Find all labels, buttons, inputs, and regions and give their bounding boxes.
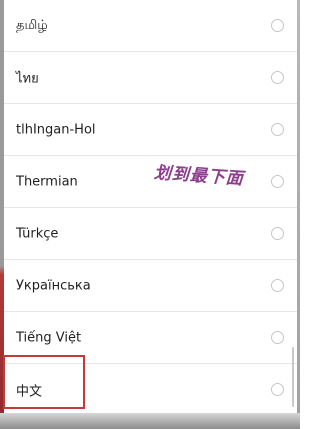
language-item[interactable]: Tiếng Việt [4, 312, 297, 364]
language-label: tlhIngan-Hol [16, 122, 96, 137]
radio-button[interactable] [271, 382, 284, 396]
right-edge [297, 0, 300, 429]
language-label: 中文 [16, 384, 43, 399]
radio-button[interactable] [271, 330, 284, 344]
radio-button[interactable] [271, 122, 284, 136]
language-list: தமிழ் ไทย tlhIngan-Hol Thermian Türkçe У… [4, 0, 297, 416]
language-item[interactable]: ไทย [4, 52, 297, 104]
language-item[interactable]: tlhIngan-Hol [4, 104, 297, 156]
radio-button[interactable] [271, 226, 284, 240]
language-label: Thermian [16, 174, 78, 189]
language-label: தமிழ் [16, 17, 48, 33]
language-label: Українська [16, 278, 91, 293]
radio-button[interactable] [271, 174, 284, 188]
language-item[interactable]: Українська [4, 260, 297, 312]
radio-button[interactable] [271, 278, 284, 292]
scrollbar[interactable] [292, 347, 294, 407]
language-item[interactable]: 中文 [4, 364, 297, 416]
language-selection-screen: தமிழ் ไทย tlhIngan-Hol Thermian Türkçe У… [0, 0, 300, 429]
language-item[interactable]: Thermian [4, 156, 297, 208]
language-label: Türkçe [16, 226, 59, 241]
language-label: ไทย [16, 71, 39, 86]
bottom-edge [0, 413, 300, 429]
radio-button[interactable] [271, 18, 284, 32]
language-item[interactable]: Türkçe [4, 208, 297, 260]
radio-button[interactable] [271, 70, 284, 84]
language-label: Tiếng Việt [16, 330, 82, 345]
language-item[interactable]: தமிழ் [4, 0, 297, 52]
